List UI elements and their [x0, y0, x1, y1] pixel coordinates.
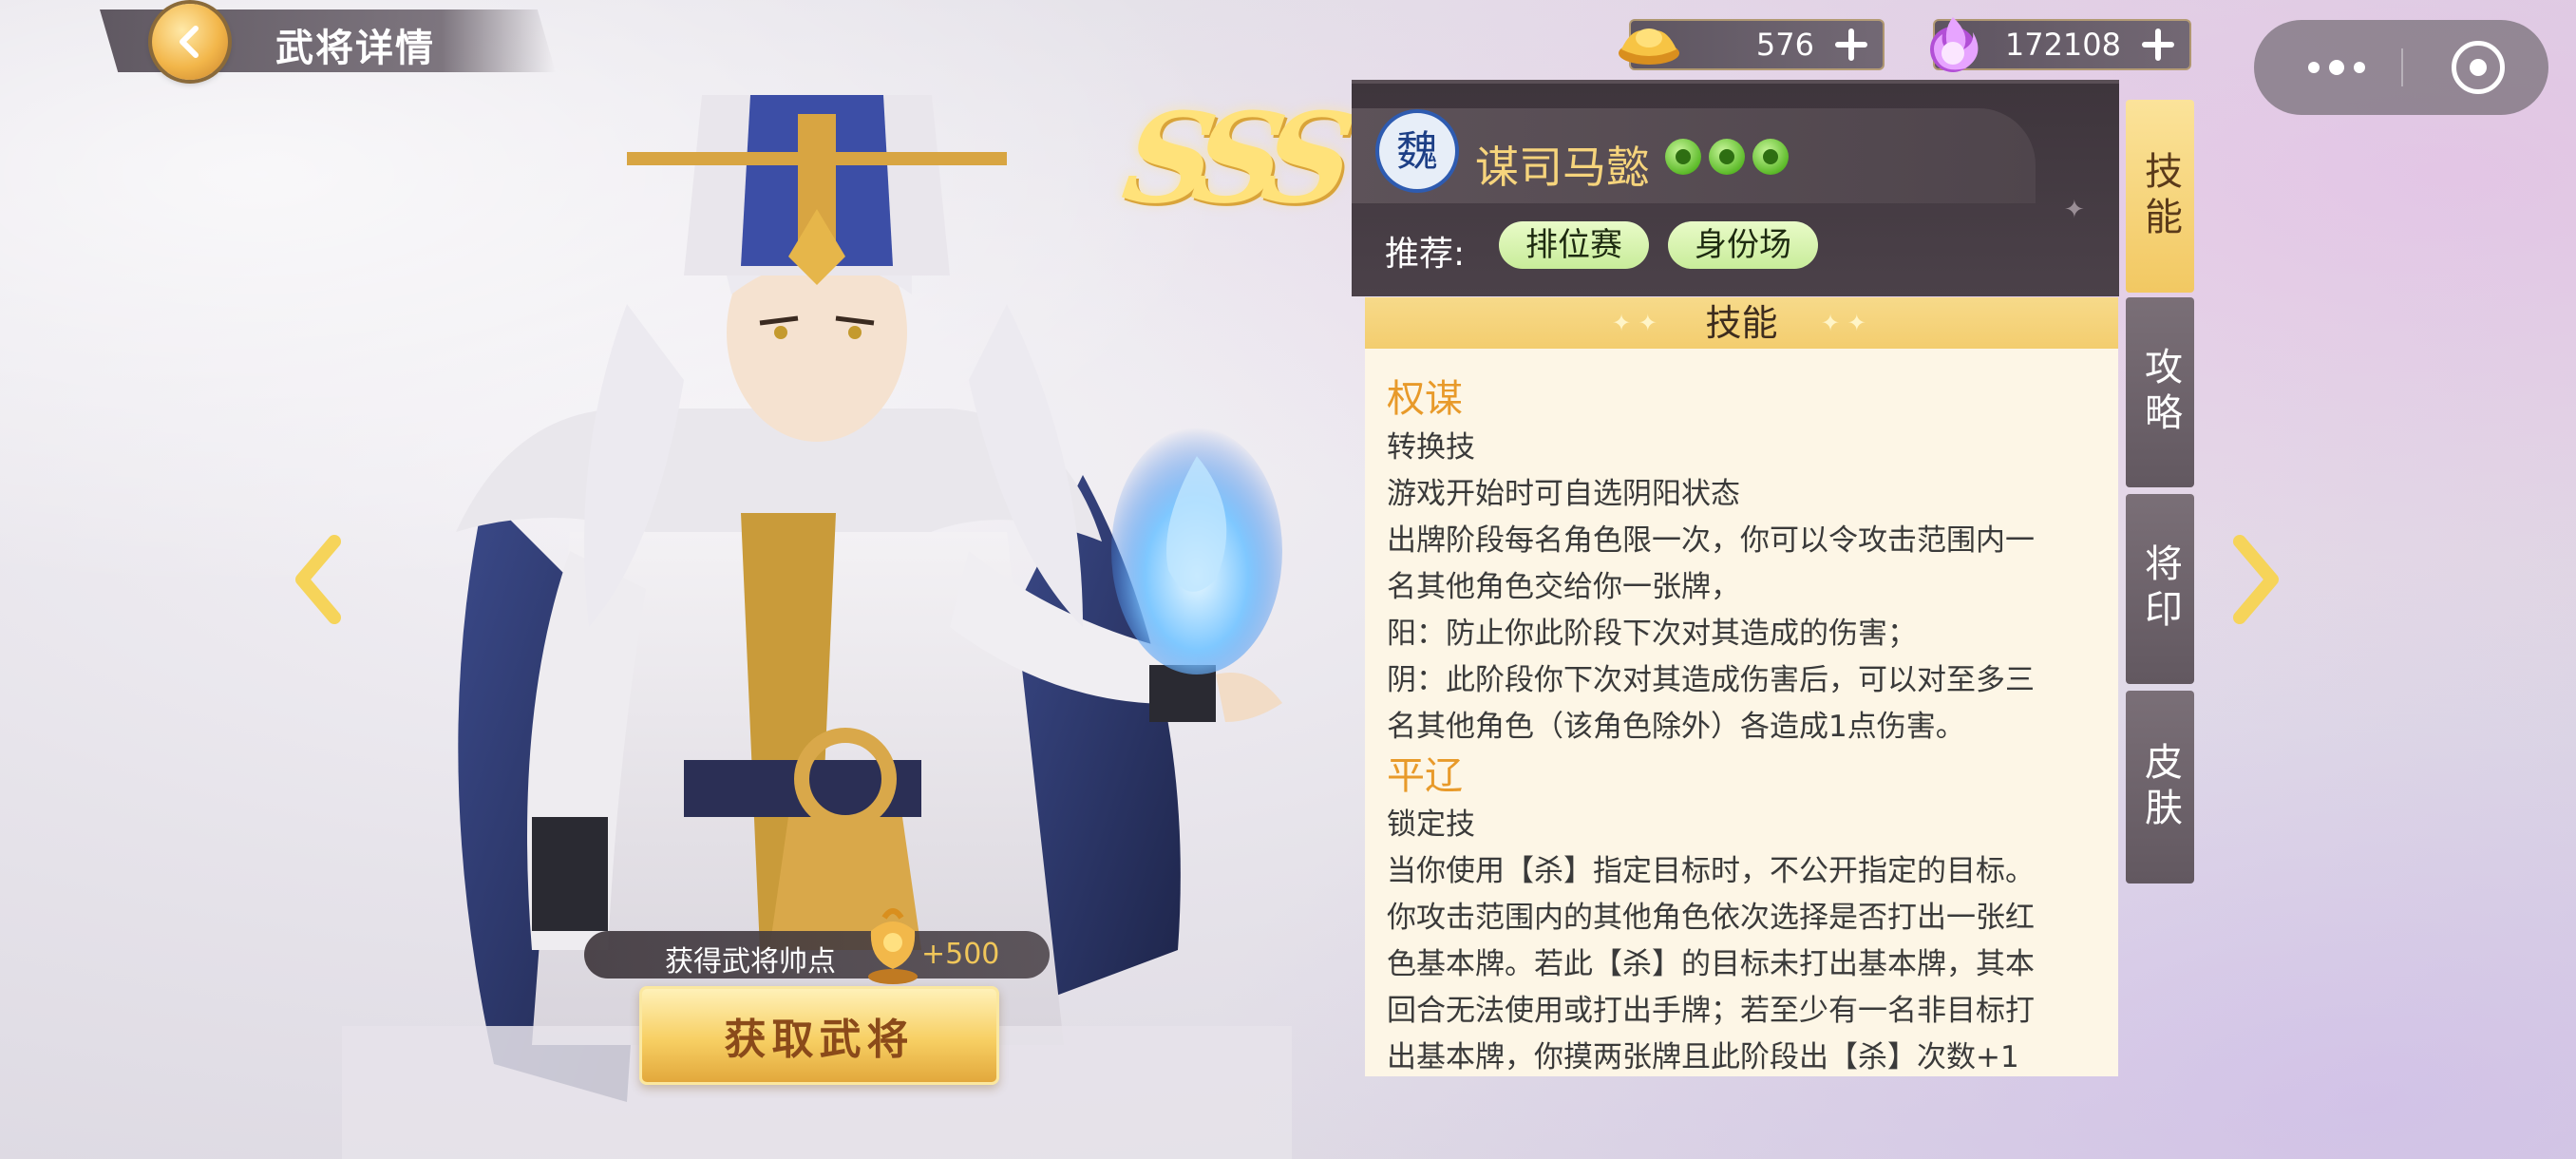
close-miniprogram-button[interactable]	[2452, 41, 2505, 94]
recommend-tag-ranked[interactable]: 排位赛	[1499, 221, 1649, 269]
skills-panel-title: ✦ ✦ 技能 ✦ ✦	[1365, 297, 2118, 349]
more-menu-button[interactable]	[2294, 48, 2379, 86]
points-bar: 获得武将帅点 +500	[584, 908, 1050, 984]
skill-text: 出牌阶段每名角色限一次，你可以令攻击范围内一	[1387, 523, 2035, 558]
tab-seal[interactable]: 将印	[2126, 494, 2194, 684]
skill-text: 转换技	[1387, 430, 1475, 465]
sparkle-icon: ✦ ✦	[1612, 310, 1657, 336]
acquire-hero-label: 获取武将	[724, 1016, 915, 1064]
purple-flame-icon	[1930, 17, 1979, 72]
acquire-hero-button[interactable]: 获取武将	[639, 986, 999, 1085]
dot-icon	[2308, 62, 2320, 73]
skill-text: 游戏开始时可自选阴阳状态	[1387, 477, 1740, 511]
skill-name: 平辽	[1387, 754, 1463, 798]
skills-list[interactable]: 权谋 转换技 游戏开始时可自选阴阳状态 出牌阶段每名角色限一次，你可以令攻击范围…	[1387, 373, 2099, 1076]
kingdom-badge: 魏	[1375, 109, 1459, 193]
back-arrow-icon	[180, 26, 199, 58]
skill-text: 锁定技	[1387, 808, 1475, 842]
next-hero-arrow-icon[interactable]	[2223, 532, 2289, 627]
hero-name: 谋司马懿	[1475, 142, 1650, 193]
hero-stars	[1665, 139, 1789, 175]
gold-ingot-icon	[1619, 28, 1679, 65]
skill-text: 阳：防止你此阶段下次对其造成的伤害；	[1387, 617, 1917, 651]
hero-info-header: 魏 谋司马懿 ✦ 推荐: 排位赛 身份场	[1352, 80, 2119, 296]
skill-text: 出基本牌，你摸两张牌且此阶段出【杀】次数+1	[1387, 1040, 2019, 1074]
skill-name: 权谋	[1387, 377, 1463, 421]
capsule-divider	[2401, 48, 2403, 86]
jade-value: 172108	[2004, 27, 2121, 63]
add-jade-icon[interactable]	[2140, 27, 2176, 63]
target-icon	[2470, 59, 2487, 76]
gold-currency: 576	[1619, 19, 1885, 70]
page-title: 武将详情	[275, 27, 435, 70]
skill-text: 色基本牌。若此【杀】的目标未打出基本牌，其本	[1387, 947, 2035, 981]
skill-text: 阴：此阶段你下次对其造成伤害后，可以对至多三	[1387, 663, 2035, 697]
rank-badge: SSS	[1115, 86, 1347, 231]
skill-text: 当你使用【杀】指定目标时，不公开指定的目标。	[1387, 854, 2035, 888]
points-value: +500	[921, 938, 1000, 971]
skill-text: 你攻击范围内的其他角色依次选择是否打出一张红	[1387, 901, 2035, 935]
back-button[interactable]	[152, 4, 228, 80]
gold-value: 576	[1755, 27, 1814, 63]
prev-hero-arrow-icon[interactable]	[285, 532, 351, 627]
recommend-tag-identity[interactable]: 身份场	[1668, 221, 1818, 269]
skill-text: 名其他角色交给你一张牌，	[1387, 570, 1740, 604]
tab-skins[interactable]: 皮肤	[2126, 691, 2194, 884]
jade-currency: 172108	[1930, 17, 2191, 72]
sparkle-icon: ✦	[2064, 196, 2085, 224]
tab-skills[interactable]: 技能	[2126, 100, 2194, 293]
star-icon	[1709, 139, 1745, 175]
tab-guide[interactable]: 攻略	[2126, 297, 2194, 487]
skills-panel-title-text: 技能	[1705, 302, 1778, 344]
miniprogram-capsule	[2254, 20, 2548, 115]
skill-text: 名其他角色（该角色除外）各造成1点伤害。	[1387, 710, 1965, 744]
dot-icon	[2354, 62, 2365, 73]
star-icon	[1752, 139, 1789, 175]
points-label: 获得武将帅点	[665, 945, 836, 978]
skill-text: 回合无法使用或打出手牌；若至少有一名非目标打	[1387, 994, 2035, 1028]
kingdom-label: 魏	[1396, 127, 1438, 176]
skills-panel: ✦ ✦ 技能 ✦ ✦ 权谋 转换技 游戏开始时可自选阴阳状态 出牌阶段每名角色限…	[1365, 297, 2118, 1076]
dot-icon	[2329, 60, 2344, 75]
sparkle-icon: ✦ ✦	[1821, 310, 1866, 336]
recommend-label: 推荐:	[1385, 235, 1466, 274]
add-gold-icon[interactable]	[1833, 27, 1869, 63]
star-icon	[1665, 139, 1701, 175]
